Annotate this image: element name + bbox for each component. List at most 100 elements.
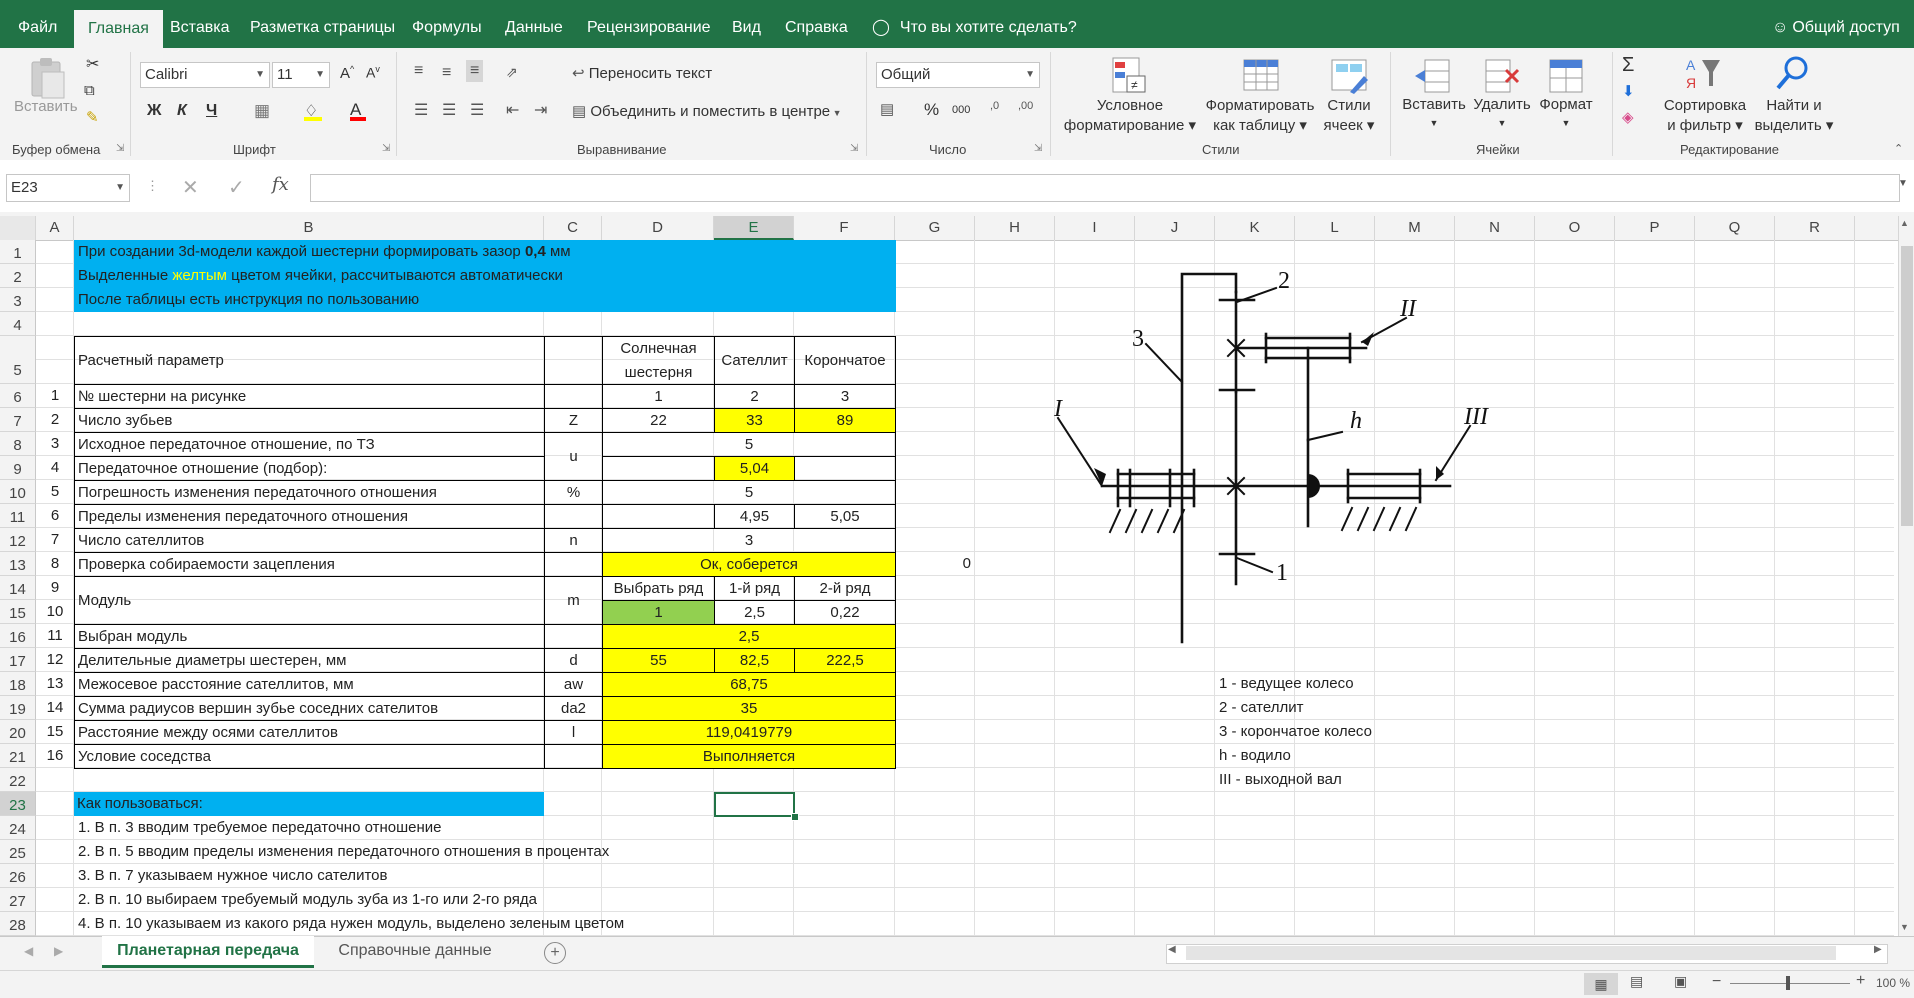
row-header[interactable]: 17 [0,648,36,672]
column-header-b[interactable]: B [74,216,544,240]
thousands-button[interactable]: 000 [952,104,970,116]
column-header-d[interactable]: D [602,216,714,240]
param-value[interactable]: 5,05 [794,504,896,529]
row-header[interactable]: 28 [0,912,36,936]
param-symbol[interactable] [544,504,603,529]
copy-icon[interactable]: ⧉ [84,82,95,99]
row-header[interactable]: 2 [0,264,36,288]
param-symbol[interactable] [544,384,603,409]
column-header-r[interactable]: R [1775,216,1855,240]
param-value[interactable]: 35 [602,696,896,721]
table-header-symbol[interactable] [544,336,603,385]
param-symbol[interactable]: u [544,432,603,481]
param-value[interactable]: 55 [602,648,715,673]
param-name[interactable]: Условие соседства [74,744,545,769]
align-bottom-icon[interactable]: ≡ [466,60,484,82]
param-name[interactable]: Число сателлитов [74,528,545,553]
howto-step[interactable]: 2. В п. 10 выбираем требуемый модуль зуб… [78,888,898,912]
name-box[interactable]: E23 ▼ [6,174,130,202]
column-header-j[interactable]: J [1135,216,1215,240]
param-value[interactable]: 82,5 [714,648,795,673]
percent-button[interactable]: % [924,100,939,120]
decrease-indent-icon[interactable]: ⇤ [506,100,519,120]
module-row-header[interactable]: Выбрать ряд [602,576,715,601]
param-value[interactable]: 222,5 [794,648,896,673]
param-name[interactable]: Модуль [74,576,545,625]
item-number[interactable]: 8 [36,552,74,576]
param-value[interactable]: 119,0419779 [602,720,896,745]
table-header-ring[interactable]: Корончатое [794,336,896,385]
row-header[interactable]: 6 [0,384,36,408]
param-name[interactable]: Проверка собираемости зацепления [74,552,545,577]
row-header[interactable]: 12 [0,528,36,552]
param-symbol[interactable]: da2 [544,696,603,721]
confirm-entry-icon[interactable]: ✓ [228,175,245,200]
param-value[interactable]: 1 [602,384,715,409]
sheet-tab-planetary[interactable]: Планетарная передача [102,936,314,968]
clear-icon[interactable]: ◈ [1622,108,1634,126]
param-value[interactable]: 3 [794,384,896,409]
item-number[interactable]: 14 [36,696,74,720]
column-header-p[interactable]: P [1615,216,1695,240]
howto-step[interactable]: 2. В п. 5 вводим пределы изменения перед… [78,840,898,864]
item-number[interactable]: 16 [36,744,74,768]
cut-icon[interactable]: ✂ [86,54,99,74]
param-value[interactable] [602,456,715,481]
select-all-corner[interactable] [0,216,36,240]
shrink-font-icon[interactable]: Av [366,64,380,81]
param-symbol[interactable] [544,552,603,577]
tab-home[interactable]: Главная [74,10,163,48]
param-value[interactable]: 2 [714,384,795,409]
find-select-button[interactable]: Найти и выделить ▾ [1752,96,1836,136]
param-symbol[interactable]: Z [544,408,603,433]
param-name[interactable]: Расстояние между осями сателлитов [74,720,545,745]
param-value[interactable] [794,456,896,481]
number-format-combo[interactable]: Общий ▼ [876,62,1040,88]
row-header[interactable]: 23 [0,792,36,816]
param-value[interactable]: 33 [714,408,795,433]
howto-title[interactable]: Как пользоваться: [74,792,544,816]
param-value[interactable] [602,504,715,529]
tab-view[interactable]: Вид [732,0,761,48]
column-header-e[interactable]: E [714,216,794,240]
param-name[interactable]: Пределы изменения передаточного отношени… [74,504,545,529]
howto-step[interactable]: 1. В п. 3 вводим требуемое передаточно о… [78,816,898,840]
param-value[interactable]: 89 [794,408,896,433]
tab-help[interactable]: Справка [785,0,848,48]
row-header[interactable]: 26 [0,864,36,888]
column-header-m[interactable]: M [1375,216,1455,240]
param-symbol[interactable] [544,744,603,769]
sort-filter-button[interactable]: Сортировка и фильтр ▾ [1658,96,1752,136]
expand-formula-bar-icon[interactable]: ▼ [1898,178,1908,189]
underline-button[interactable]: Ч [206,102,217,120]
module-row-header[interactable]: 2-й ряд [794,576,896,601]
align-center-icon[interactable]: ☰ [442,100,456,120]
param-symbol[interactable]: d [544,648,603,673]
param-name[interactable]: Погрешность изменения передаточного отно… [74,480,545,505]
param-name[interactable]: Межосевое расстояние сателлитов, мм [74,672,545,697]
legend-item[interactable]: III - выходной вал [1219,768,1519,792]
legend-item[interactable]: 3 - корончатое колесо [1219,720,1519,744]
item-number[interactable]: 7 [36,528,74,552]
row-header[interactable]: 27 [0,888,36,912]
paste-icon[interactable] [28,56,68,100]
normal-view-icon[interactable]: ▦ [1584,973,1618,995]
column-header-l[interactable]: L [1295,216,1375,240]
param-name[interactable]: Исходное передаточное отношение, по ТЗ [74,432,545,457]
formula-input[interactable] [310,174,1900,202]
table-header-param[interactable]: Расчетный параметр [74,336,545,385]
param-value[interactable]: 4,95 [714,504,795,529]
page-layout-view-icon[interactable]: ▤ [1630,973,1643,990]
row-header[interactable]: 10 [0,480,36,504]
param-symbol[interactable]: % [544,480,603,505]
param-name[interactable]: Передаточное отношение (подбор): [74,456,545,481]
zoom-slider-thumb[interactable] [1786,976,1790,990]
table-header-sun[interactable]: Солнечная шестерня [602,336,715,385]
bold-button[interactable]: Ж [147,102,161,120]
param-symbol[interactable]: l [544,720,603,745]
row-header[interactable]: 4 [0,312,36,336]
scroll-up-icon[interactable]: ▲ [1900,218,1909,228]
dialog-launcher-icon[interactable]: ⇲ [116,143,124,154]
param-symbol[interactable]: aw [544,672,603,697]
param-value[interactable]: 5,04 [714,456,795,481]
